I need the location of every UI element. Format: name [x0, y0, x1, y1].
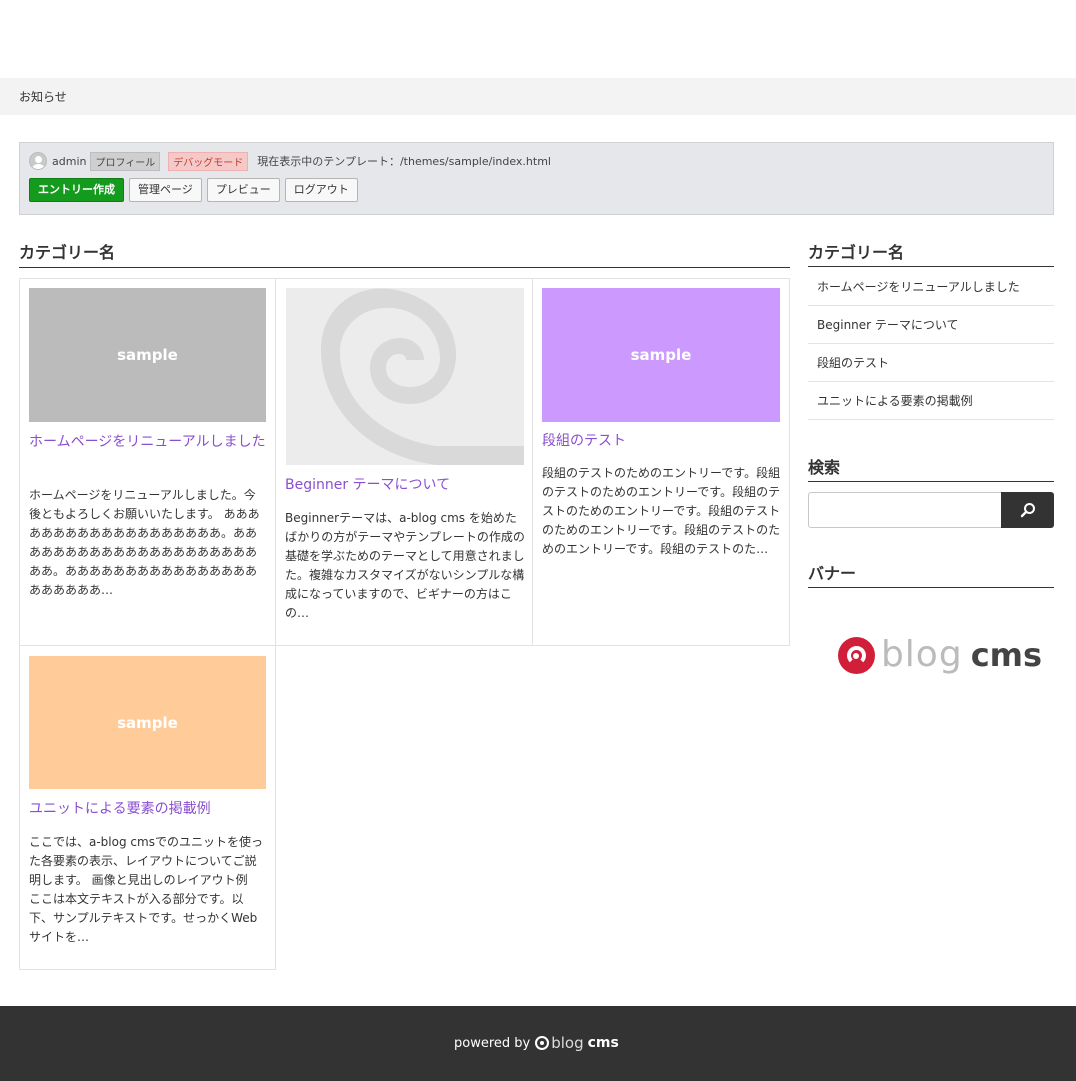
- sidebar-search-heading: 検索: [808, 454, 1054, 482]
- search-button[interactable]: [1001, 492, 1054, 528]
- breadcrumb-link-news[interactable]: お知らせ: [19, 88, 67, 105]
- ablog-logo-mark-icon: [837, 636, 875, 674]
- admin-username: admin: [52, 154, 87, 168]
- entry-title-link[interactable]: 段組のテスト: [542, 430, 780, 452]
- entry-thumbnail[interactable]: [286, 288, 524, 465]
- banner-logo-word-blog: blog: [880, 634, 963, 675]
- entry-card: sample ホームページをリニューアルしました ホームページをリニューアルしま…: [19, 278, 276, 646]
- template-path-info: 現在表示中のテンプレート：/themes/sample/index.html: [257, 155, 551, 168]
- entry-card: Beginner テーマについて Beginnerテーマは、a-blog cms…: [275, 278, 533, 646]
- thumbnail-sample-text: sample: [630, 346, 692, 364]
- logout-button[interactable]: ログアウト: [284, 178, 358, 202]
- search-icon: [1020, 503, 1035, 518]
- sidebar-category-heading: カテゴリー名: [808, 239, 1054, 267]
- entry-card: sample 段組のテスト 段組のテストのためのエントリーです。段組のテストのた…: [532, 278, 790, 646]
- entry-title-link[interactable]: Beginner テーマについて: [285, 474, 523, 496]
- breadcrumb: お知らせ: [0, 78, 1076, 115]
- create-entry-button[interactable]: エントリー作成: [29, 178, 124, 202]
- footer-logo-word-cms: cms: [587, 1035, 619, 1051]
- footer-logo-word-blog: blog: [551, 1034, 584, 1052]
- sidebar-banner-heading: バナー: [808, 560, 1054, 588]
- entry-summary: Beginnerテーマは、a-blog cms を始めたばかりの方がテーマやテン…: [285, 511, 525, 620]
- entry-card: sample ユニットによる要素の掲載例 ここでは、a-blog cmsでのユニ…: [19, 645, 276, 970]
- ablog-swirl-placeholder-icon: [321, 288, 524, 465]
- footer-ablog-logo-icon: [535, 1036, 550, 1050]
- main-category-heading: カテゴリー名: [19, 239, 790, 268]
- admin-page-button[interactable]: 管理ページ: [129, 178, 202, 202]
- sidebar-item-column-test[interactable]: 段組のテスト: [808, 344, 1054, 382]
- search-input[interactable]: [808, 492, 1002, 528]
- banner-logo-word-cms: cms: [970, 636, 1043, 674]
- thumbnail-sample-text: sample: [117, 346, 178, 364]
- avatar: [29, 152, 47, 170]
- powered-by[interactable]: powered by blog cms: [454, 1034, 619, 1052]
- entry-thumbnail[interactable]: sample: [29, 288, 266, 422]
- ablog-cms-banner[interactable]: blog cms: [808, 620, 1054, 690]
- thumbnail-sample-text: sample: [117, 713, 178, 732]
- entry-thumbnail[interactable]: sample: [29, 656, 266, 789]
- sidebar-item-renewal[interactable]: ホームページをリニューアルしました: [808, 268, 1054, 306]
- entry-summary: ホームページをリニューアルしました。今後ともよろしくお願いいたします。 ああああ…: [29, 488, 260, 597]
- powered-by-text: powered by: [454, 1035, 531, 1051]
- debug-mode-badge: デバッグモード: [168, 151, 249, 171]
- entry-thumbnail[interactable]: sample: [542, 288, 780, 422]
- admin-button-row: エントリー作成 管理ページ プレビュー ログアウト: [29, 178, 358, 202]
- entry-summary: 段組のテストのためのエントリーです。段組のテストのためのエントリーです。段組のテ…: [542, 466, 781, 556]
- admin-info-row: admin プロフィール デバッグモード 現在表示中のテンプレート：/theme…: [29, 151, 551, 171]
- entry-title-link[interactable]: ユニットによる要素の掲載例: [29, 798, 266, 820]
- entry-title-link[interactable]: ホームページをリニューアルしました: [29, 431, 266, 453]
- admin-toolbar: admin プロフィール デバッグモード 現在表示中のテンプレート：/theme…: [19, 142, 1054, 215]
- sidebar-item-unit-examples[interactable]: ユニットによる要素の掲載例: [808, 382, 1054, 420]
- footer: powered by blog cms: [0, 1006, 1076, 1081]
- profile-tag[interactable]: プロフィール: [90, 151, 161, 171]
- sidebar-item-beginner-theme[interactable]: Beginner テーマについて: [808, 306, 1054, 344]
- preview-button[interactable]: プレビュー: [206, 178, 280, 202]
- sidebar-category-list: ホームページをリニューアルしました Beginner テーマについて 段組のテス…: [808, 268, 1054, 420]
- entry-summary: ここでは、a-blog cmsでのユニットを使った各要素の表示、レイアウトについ…: [29, 835, 263, 944]
